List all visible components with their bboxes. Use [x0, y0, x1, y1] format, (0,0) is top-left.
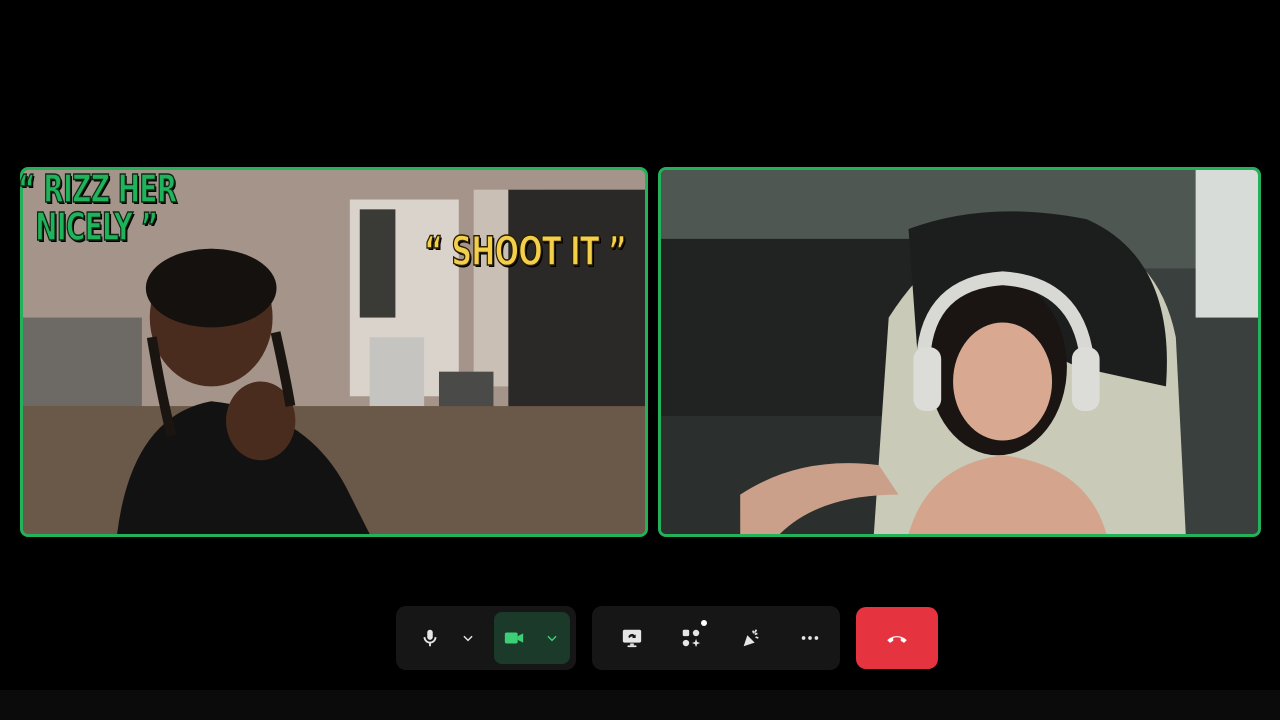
chevron-down-icon — [463, 635, 473, 642]
more-button[interactable] — [781, 612, 841, 664]
microphone-icon — [423, 629, 437, 647]
chevron-down-icon — [547, 635, 557, 642]
camera-button[interactable] — [494, 615, 534, 661]
mic-options-button[interactable] — [450, 615, 486, 661]
caption-right: “ SHOOT IT ” — [423, 229, 627, 275]
phone-hangup-icon — [887, 636, 907, 643]
caption-left: “ RIZZ HER NICELY ” — [17, 169, 177, 249]
mic-button[interactable] — [410, 615, 450, 661]
participant-video-right — [661, 170, 1258, 534]
caption-left-line2: NICELY ” — [35, 205, 159, 249]
camera-options-button[interactable] — [534, 615, 570, 661]
screen-share-icon — [622, 629, 641, 648]
camera-control — [494, 612, 570, 664]
reactions-button[interactable] — [721, 612, 781, 664]
apps-grid-icon — [683, 629, 701, 648]
party-popper-icon — [743, 629, 759, 647]
leave-call-button[interactable] — [856, 607, 938, 669]
participant-tile-right[interactable] — [658, 167, 1261, 537]
bottom-strip — [0, 690, 1280, 720]
video-camera-icon — [504, 632, 524, 644]
apps-button[interactable] — [662, 612, 722, 664]
more-horizontal-icon — [802, 636, 819, 640]
call-tools — [592, 606, 840, 670]
notification-dot — [701, 620, 707, 626]
share-screen-button[interactable] — [602, 612, 662, 664]
av-controls — [396, 606, 576, 670]
